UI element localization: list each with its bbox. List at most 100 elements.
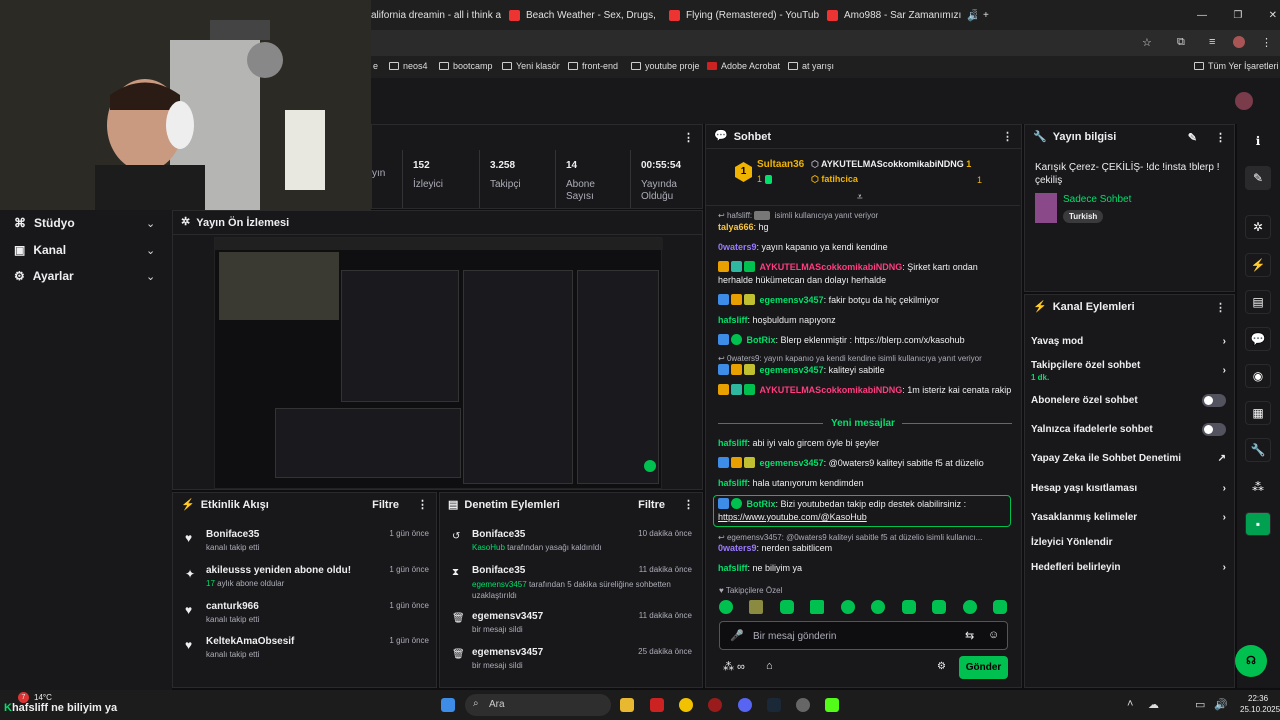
- action-banned-words[interactable]: Yasaklanmış kelimeler ›: [1031, 512, 1226, 523]
- action-raid[interactable]: İzleyici Yönlendir: [1031, 537, 1226, 548]
- chat-message[interactable]: hafsliff: abi iyi valo gircem öyle bi şe…: [718, 437, 1013, 450]
- chat-input[interactable]: 🎤 Bir mesaj gönderin ⇆ ☺: [719, 621, 1008, 650]
- action-emote-only[interactable]: Yalnızca ifadelerle sohbet: [1031, 423, 1226, 436]
- chat-message[interactable]: AYKUTELMAScokkomikabiNDNG: Şirket kartı …: [718, 261, 1013, 287]
- moderation-item[interactable]: 🗑 egemensv3457 bir mesajı sildi 25 dakika…: [452, 647, 692, 670]
- maximize-icon[interactable]: ❐: [1233, 10, 1242, 21]
- star-icon[interactable]: ☆: [1142, 36, 1152, 49]
- avatar[interactable]: [1235, 92, 1253, 110]
- browser-tab[interactable]: Amo988 - Sar Zamanımızı🔊✕: [827, 4, 977, 26]
- action-slow-mode[interactable]: Yavaş mod ›: [1031, 336, 1226, 347]
- more-icon[interactable]: ⋮: [417, 499, 428, 511]
- emote[interactable]: [932, 600, 947, 614]
- edit-icon[interactable]: ✎: [1188, 131, 1197, 144]
- steam-icon[interactable]: [767, 698, 781, 712]
- preview-video[interactable]: [214, 237, 663, 489]
- nav-settings[interactable]: ⚙ Ayarlar: [14, 269, 74, 283]
- chat-message[interactable]: AYKUTELMAScokkomikabiNDNG: 1m isteriz ka…: [718, 384, 1013, 397]
- emote[interactable]: [810, 600, 825, 614]
- chat-icon[interactable]: 💬: [1245, 327, 1271, 351]
- tag-pill[interactable]: Turkish: [1063, 210, 1104, 223]
- bookmark[interactable]: at yarışı: [788, 61, 834, 71]
- list-icon[interactable]: ▤: [1245, 290, 1271, 314]
- more-icon[interactable]: ⋮: [1261, 36, 1272, 49]
- collapse-icon[interactable]: ⩡: [857, 192, 863, 203]
- activity-item[interactable]: ♥ Boniface35 kanalı takip etti 1 gün önce: [185, 529, 429, 552]
- speaker-icon[interactable]: 🔊: [1214, 698, 1228, 711]
- edit-icon[interactable]: ✎: [1245, 166, 1271, 190]
- chrome-icon[interactable]: [679, 698, 693, 712]
- windows-start-icon[interactable]: [441, 698, 455, 712]
- emoji-icon[interactable]: ☺: [988, 629, 999, 641]
- help-icon[interactable]: ☊: [1235, 645, 1267, 677]
- moderation-item[interactable]: ⧗ Boniface35 egemensv3457 tarafından 5 da…: [452, 565, 692, 601]
- translate-icon[interactable]: ⇆: [965, 629, 974, 642]
- filter-button[interactable]: Filtre: [638, 499, 665, 511]
- apps-icon[interactable]: ⁂: [1245, 475, 1271, 499]
- browser-tab[interactable]: Beach Weather - Sex, Drugs, Et✕: [509, 4, 659, 26]
- layout-icon[interactable]: ▦: [1245, 401, 1271, 425]
- chevron-down-icon[interactable]: ⌄: [146, 217, 155, 230]
- chat-message[interactable]: BotRix: Blerp eklenmiştir : https://bler…: [718, 334, 1013, 347]
- app-icon[interactable]: [796, 698, 810, 712]
- discord-icon[interactable]: [738, 698, 752, 712]
- bookmark[interactable]: e: [373, 61, 378, 71]
- chevron-down-icon[interactable]: ⌄: [146, 244, 155, 257]
- emote[interactable]: [901, 600, 916, 614]
- moderation-item[interactable]: 🗑 egemensv3457 bir mesajı sildi 11 dakika…: [452, 611, 692, 634]
- search-box[interactable]: ⌕ Ara: [465, 694, 611, 716]
- chat-message[interactable]: 0waters9: nerden sabitlicem: [718, 542, 1013, 555]
- broadcast-icon[interactable]: ◉: [1245, 364, 1271, 388]
- clock-time[interactable]: 22:36: [1248, 694, 1268, 703]
- chat-message[interactable]: hafsliff: hoşbuldum napıyonz: [718, 314, 1013, 327]
- action-goals[interactable]: Hedefleri belirleyin ›: [1031, 562, 1226, 573]
- chat-message[interactable]: egemensv3457: @0waters9 kaliteyi sabitle…: [718, 457, 1013, 470]
- top-gifter-name[interactable]: Sultaan36: [757, 159, 804, 170]
- chevron-up-icon[interactable]: ˄: [1127, 698, 1133, 710]
- emote[interactable]: [840, 600, 855, 614]
- profile-avatar[interactable]: [1233, 36, 1245, 48]
- minimize-icon[interactable]: —: [1197, 10, 1207, 21]
- bookmark[interactable]: front-end: [568, 61, 618, 71]
- chat-message[interactable]: egemensv3457: kaliteyi sabitle: [718, 364, 1013, 377]
- emote[interactable]: [871, 600, 886, 614]
- bookmark[interactable]: neos4: [389, 61, 428, 71]
- store-icon[interactable]: ⌂: [766, 660, 773, 672]
- address-bar[interactable]: ☆ ⧉ ≡ ⋮: [371, 30, 1280, 56]
- browser-tab[interactable]: alifornia dreamin - all i think a✕: [371, 4, 501, 26]
- emote[interactable]: [962, 600, 977, 614]
- extension-icon[interactable]: ▪: [1245, 512, 1271, 536]
- nav-channel[interactable]: ▣ Kanal: [14, 243, 66, 257]
- chat-link[interactable]: https://www.youtube.com/@KasoHub: [718, 511, 1013, 524]
- more-icon[interactable]: ⋮: [1215, 301, 1226, 314]
- action-ai-moderation[interactable]: Yapay Zeka ile Sohbet Denetimi ↗: [1031, 453, 1226, 464]
- monitor-icon[interactable]: ▭: [1195, 698, 1205, 711]
- category-link[interactable]: Sadece Sohbet: [1063, 194, 1131, 205]
- subscribers-only-toggle[interactable]: [1202, 394, 1226, 407]
- all-bookmarks[interactable]: Tüm Yer İşaretleri: [1194, 61, 1279, 71]
- bookmark[interactable]: Adobe Acrobat: [707, 61, 780, 71]
- microphone-icon[interactable]: 🎤: [730, 629, 744, 642]
- action-subscribers-only[interactable]: Abonelere özel sohbet: [1031, 394, 1226, 407]
- chevron-down-icon[interactable]: ⌄: [146, 270, 155, 283]
- wrench-icon[interactable]: 🔧: [1245, 438, 1271, 462]
- cloud-icon[interactable]: ☁: [1148, 698, 1159, 711]
- close-window-icon[interactable]: ✕: [1269, 10, 1277, 21]
- speaker-icon[interactable]: 🔊: [967, 9, 977, 22]
- emote[interactable]: [719, 600, 733, 614]
- more-icon[interactable]: ⋮: [683, 131, 694, 144]
- action-account-age[interactable]: Hesap yaşı kısıtlaması ›: [1031, 483, 1226, 494]
- clock-date[interactable]: 25.10.2025: [1240, 705, 1280, 714]
- chat-message[interactable]: 0waters9: yayın kapanıo ya kendi kendine: [718, 241, 1013, 254]
- moderation-item[interactable]: ↺ Boniface35 KasoHub tarafından yasağı ka…: [452, 529, 692, 552]
- points-icon[interactable]: ⁂ ∞: [723, 660, 745, 673]
- activity-item[interactable]: ♥ canturk966 kanalı takip etti 1 gün önce: [185, 601, 429, 624]
- more-icon[interactable]: ⋮: [1215, 131, 1226, 144]
- chat-message[interactable]: hafsliff: hala utanıyorum kendimden: [718, 477, 1013, 490]
- new-tab-button[interactable]: +: [983, 4, 1003, 26]
- chat-message[interactable]: talya666: hg: [718, 221, 1013, 234]
- bookmark[interactable]: bootcamp: [439, 61, 493, 71]
- emote[interactable]: [779, 600, 794, 614]
- chat-message[interactable]: BotRix: Bizi youtubedan takip edip deste…: [718, 498, 1013, 511]
- send-button[interactable]: Gönder: [959, 656, 1008, 679]
